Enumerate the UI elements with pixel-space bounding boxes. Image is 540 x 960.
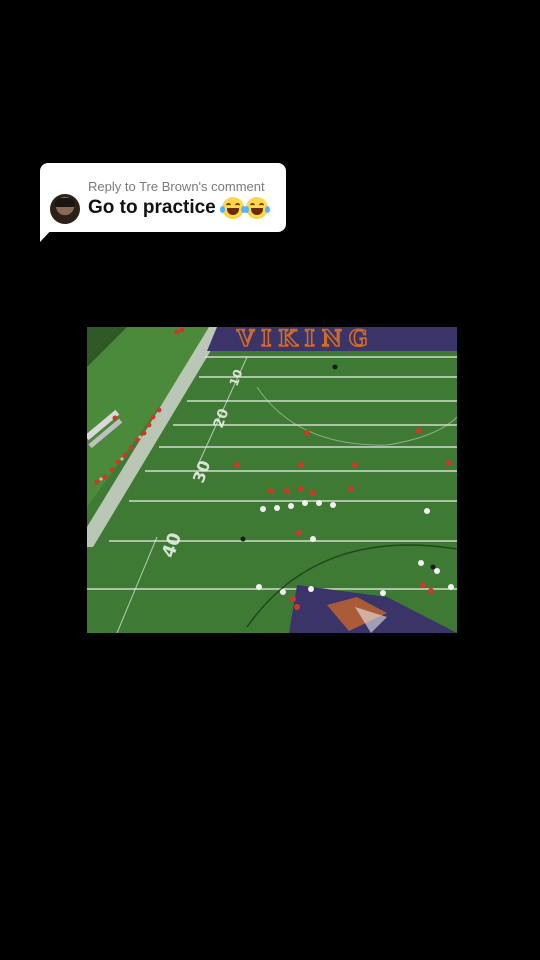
commenter-avatar (50, 194, 80, 224)
video-content[interactable]: VIKING 10 20 30 40 (87, 327, 457, 633)
emoji-group (219, 197, 270, 219)
reply-comment-text-row: Go to practice (88, 197, 270, 219)
reply-comment-text: Go to practice (88, 197, 216, 218)
tears-of-joy-emoji-icon (219, 197, 246, 219)
reply-sticker-tail (40, 225, 56, 242)
aerial-football-field: VIKING 10 20 30 40 (87, 327, 457, 633)
end-zone-text: VIKING (236, 327, 375, 352)
reply-comment-sticker[interactable]: Reply to Tre Brown's comment Go to pract… (40, 163, 286, 232)
reply-meta-label: Reply to Tre Brown's comment (88, 179, 265, 194)
tears-of-joy-emoji-icon (243, 197, 270, 219)
